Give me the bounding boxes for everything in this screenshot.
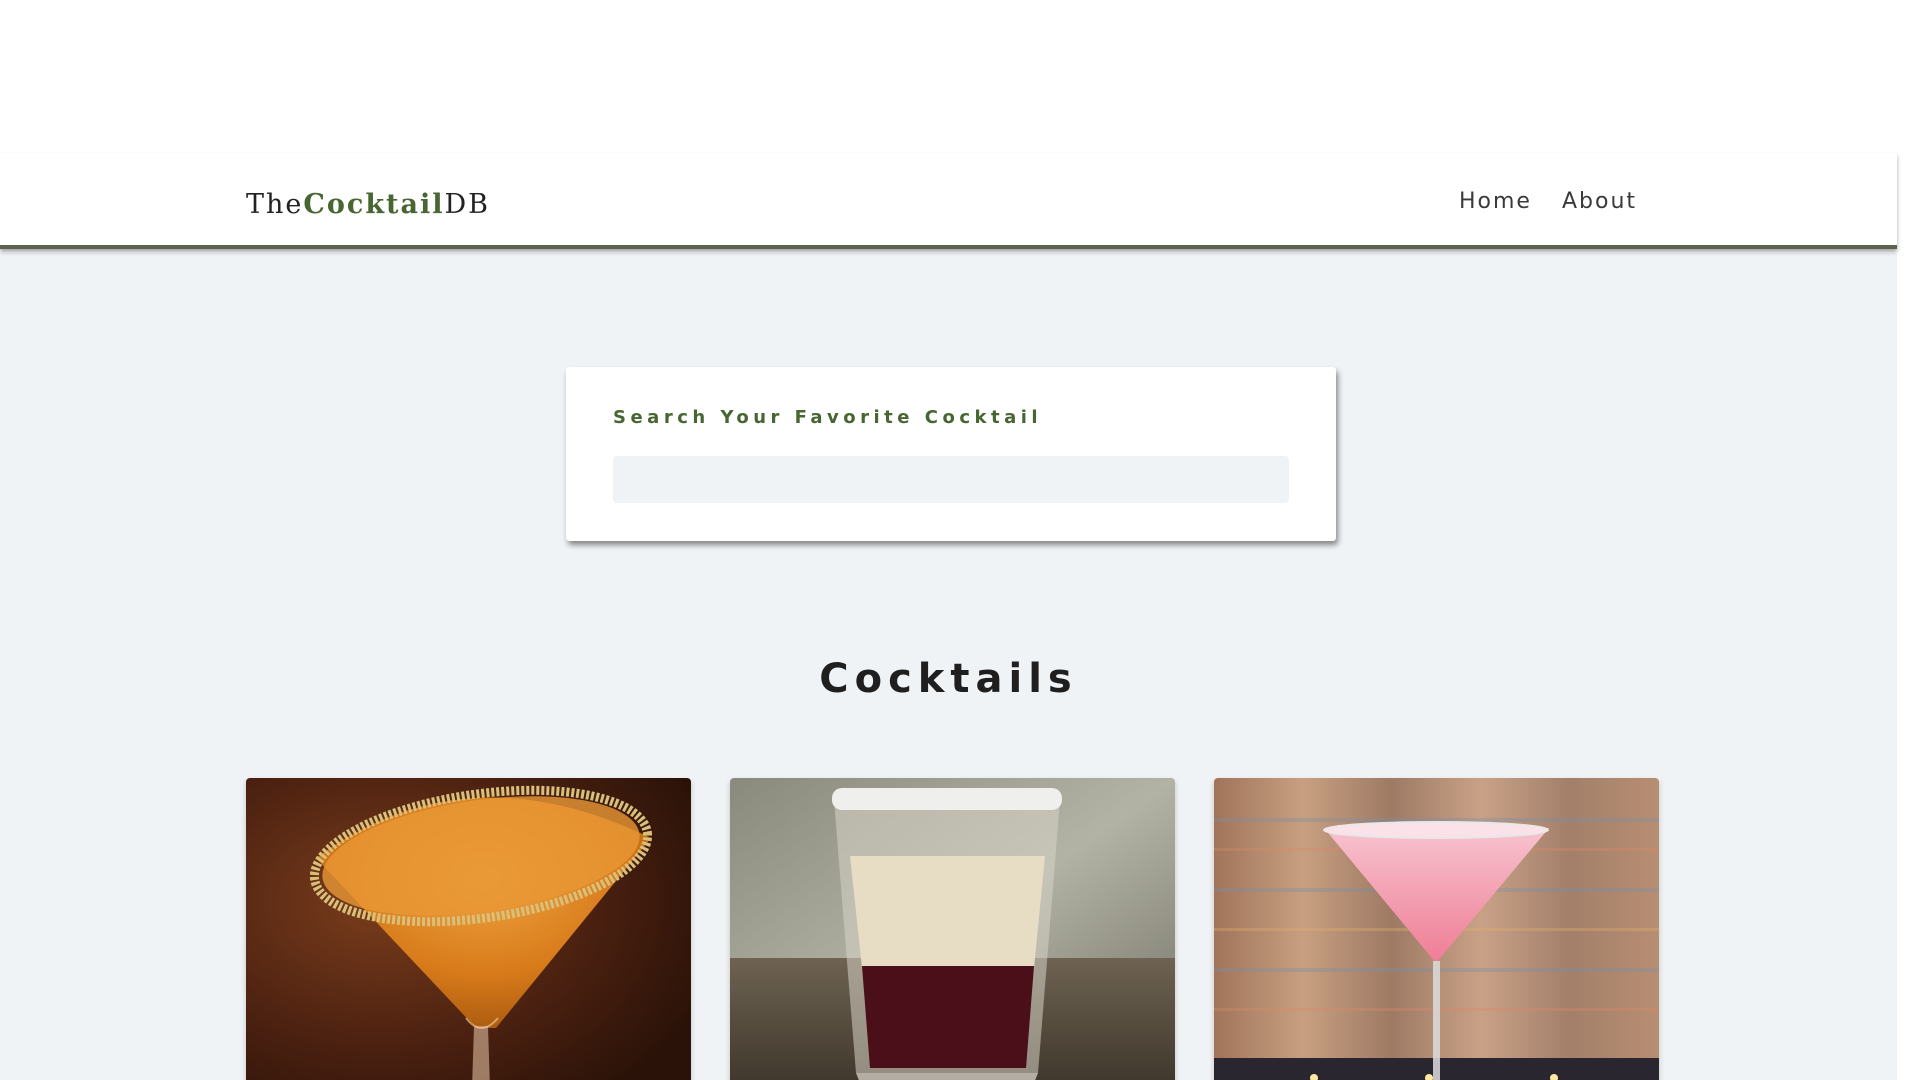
nav-links: Home About: [1459, 189, 1637, 214]
nav-link-about[interactable]: About: [1562, 189, 1637, 214]
cocktail-image-orange-martini: [246, 778, 691, 1080]
cocktail-card[interactable]: [730, 778, 1175, 1080]
cocktail-card[interactable]: [1214, 778, 1659, 1080]
nav-link-home[interactable]: Home: [1459, 189, 1532, 214]
cocktail-card[interactable]: [246, 778, 691, 1080]
cocktail-image-layered-shot: [730, 778, 1175, 1080]
brand-suffix: DB: [444, 189, 491, 220]
search-label: Search Your Favorite Cocktail: [613, 407, 1043, 428]
search-form: Search Your Favorite Cocktail: [566, 367, 1336, 541]
cocktail-image-pink-martini: [1214, 778, 1659, 1080]
main-content: Search Your Favorite Cocktail Cocktails: [0, 253, 1897, 1080]
search-input[interactable]: [613, 456, 1289, 503]
section-title: Cocktails: [819, 656, 1078, 702]
app-window: TheCocktailDB Home About Search Your Fav…: [0, 0, 1920, 1080]
top-blank-area: [0, 0, 1920, 153]
brand-accent: Cocktail: [303, 189, 445, 220]
brand-prefix: The: [246, 189, 304, 220]
navbar: TheCocktailDB Home About: [0, 153, 1897, 249]
brand-logo[interactable]: TheCocktailDB: [246, 189, 490, 220]
